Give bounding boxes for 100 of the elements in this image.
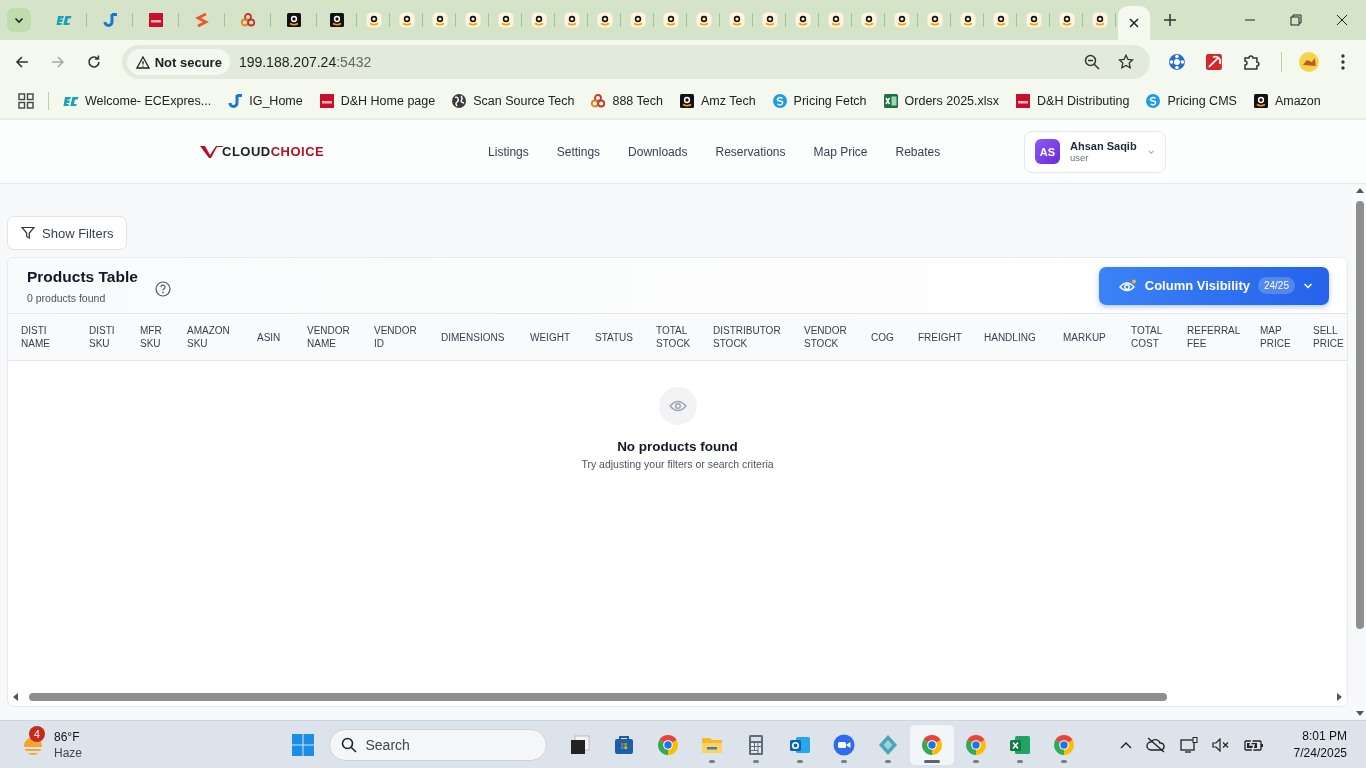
close-icon[interactable] (1129, 18, 1139, 28)
extension-icon[interactable] (1167, 53, 1186, 71)
column-header[interactable]: DISTI SKU (76, 324, 127, 350)
smile-logo-icon (1058, 12, 1075, 28)
bookmark-link[interactable]: 888 Tech (612, 94, 663, 108)
column-header[interactable]: MAP PRICE (1247, 324, 1300, 350)
scroll-left-icon[interactable] (12, 693, 20, 701)
column-header[interactable]: AMAZON SKU (174, 324, 244, 350)
help-icon[interactable] (154, 280, 171, 297)
smile-logo-icon (1025, 12, 1042, 28)
nav-link[interactable]: Listings (488, 144, 529, 159)
filter-icon (21, 226, 35, 240)
nav-link[interactable]: Reservations (715, 144, 786, 159)
pickaxe-icon[interactable] (1205, 53, 1224, 71)
column-header[interactable]: SELL PRICE (1300, 324, 1347, 350)
nav-link[interactable]: Settings (556, 144, 601, 159)
bookmark-link[interactable]: D&H Home page (340, 94, 436, 108)
profile-avatar-icon[interactable] (1298, 51, 1321, 73)
column-header[interactable]: VENDOR NAME (294, 324, 361, 350)
smile-logo-icon (629, 12, 646, 28)
zoom-out-icon[interactable] (1083, 54, 1100, 70)
column-header[interactable]: MARKUP (1050, 330, 1118, 344)
show-filters-button[interactable]: Show Filters (7, 216, 127, 250)
bookmark-link[interactable]: D&H Distributing (1037, 94, 1130, 108)
column-header[interactable]: TOTAL STOCK (643, 324, 700, 350)
chevron-up-icon[interactable] (1119, 740, 1132, 749)
bookmark-link[interactable]: Scan Source Tech (473, 94, 575, 108)
column-header[interactable]: WEIGHT (517, 330, 582, 344)
scroll-down-icon[interactable] (1356, 709, 1364, 717)
close-icon[interactable] (1336, 14, 1348, 26)
column-header[interactable]: HANDLING (971, 330, 1050, 344)
column-header[interactable]: REFERRAL FEE (1174, 324, 1247, 350)
apps-grid-icon[interactable] (18, 93, 34, 109)
menu-icon[interactable] (1340, 53, 1346, 71)
reload-icon[interactable] (85, 54, 102, 70)
taskbar-search-field[interactable]: Search (328, 728, 547, 761)
table-title: Products Table (27, 267, 138, 286)
column-header[interactable]: STATUS (582, 330, 643, 344)
user-menu[interactable]: AS Ahsan Saqib user (1024, 130, 1166, 173)
smile-logo-icon (497, 12, 514, 28)
column-visibility-button[interactable]: Column Visibility 24/25 (1098, 266, 1329, 305)
muted-speaker-icon[interactable] (1211, 737, 1230, 752)
new-tab-icon[interactable] (1164, 14, 1176, 26)
smile-logo-icon (728, 12, 745, 28)
back-arrow-icon[interactable] (14, 54, 30, 70)
eye-icon (1118, 278, 1137, 293)
column-header[interactable]: ASIN (244, 330, 294, 344)
hook-logo-icon (227, 93, 244, 109)
battery-charging-icon[interactable] (1243, 737, 1264, 752)
nav-link[interactable]: Map Price (813, 144, 868, 159)
puzzle-icon[interactable] (1243, 53, 1262, 71)
scroll-up-icon[interactable] (1356, 187, 1364, 195)
empty-hint: Try adjusting your filters or search criteria (581, 458, 774, 470)
empty-eye-icon (658, 387, 697, 425)
smile-logo-icon (563, 12, 580, 28)
nav-link[interactable]: Downloads (628, 144, 688, 159)
bookmark-link[interactable]: Amz Tech (700, 94, 756, 108)
bookmark-link[interactable]: Pricing Fetch (793, 94, 867, 108)
chrome-icon (963, 732, 988, 757)
bookmark-link[interactable]: Amazon (1274, 94, 1321, 108)
column-header[interactable]: FREIGHT (905, 330, 971, 344)
nav-link[interactable]: Rebates (895, 144, 941, 159)
clock[interactable]: 8:01 PM 7/24/2025 (1293, 727, 1347, 762)
column-header[interactable]: COG (858, 330, 905, 344)
circle-logo-icon (1145, 93, 1162, 109)
scroll-right-icon[interactable] (1335, 693, 1343, 701)
security-label: Not secure (154, 54, 222, 70)
column-header[interactable]: DISTI NAME (8, 324, 76, 350)
column-header[interactable]: VENDOR ID (361, 324, 428, 350)
video-app-icon (831, 732, 856, 757)
column-header[interactable]: MFR SKU (127, 324, 174, 350)
bookmark-link[interactable]: Orders 2025.xlsx (904, 94, 1000, 108)
address-bar[interactable]: Not secure 199.188.207.24:5432 (121, 45, 1150, 79)
bookmark-link[interactable]: Welcome- ECExpres... (85, 94, 212, 108)
column-header[interactable]: VENDOR STOCK (791, 324, 858, 350)
square-logo-icon (1015, 93, 1032, 109)
restore-icon[interactable] (1290, 14, 1302, 26)
column-header[interactable]: DISTRIBUTOR STOCK (700, 324, 791, 350)
rings-icon (590, 93, 607, 109)
tab-search-button[interactable] (7, 8, 31, 32)
bookmark-link[interactable]: IG_Home (249, 94, 303, 108)
bookmark-link[interactable]: Pricing CMS (1167, 94, 1237, 108)
cloud-off-icon[interactable] (1145, 736, 1166, 753)
user-role: user (1070, 152, 1090, 163)
column-header[interactable]: TOTAL COST (1118, 324, 1174, 350)
product-count: 0 products found (27, 291, 107, 304)
forward-arrow-icon[interactable] (49, 54, 66, 70)
monitor-icon[interactable] (1179, 736, 1198, 753)
smile-logo-icon (431, 12, 448, 28)
globe-icon (451, 93, 468, 109)
smile-logo-icon (365, 12, 382, 28)
smile-logo-icon (662, 12, 679, 28)
smile-logo-icon (926, 12, 943, 28)
user-avatar: AS (1035, 139, 1060, 164)
star-icon[interactable] (1117, 54, 1134, 70)
smile-logo-icon (678, 93, 695, 109)
security-chip[interactable]: Not secure (126, 49, 230, 75)
column-header[interactable]: DIMENSIONS (428, 330, 517, 344)
smile-logo-icon (1091, 12, 1108, 28)
smile-logo-icon (695, 12, 712, 28)
